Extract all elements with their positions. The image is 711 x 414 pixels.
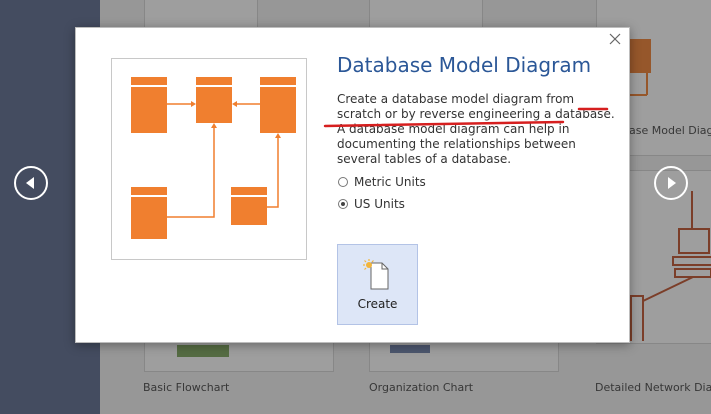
preview-table-4 xyxy=(131,187,167,195)
metric-units-option[interactable]: Metric Units xyxy=(338,174,426,190)
create-button-label: Create xyxy=(357,297,398,311)
preview-table-2 xyxy=(196,77,232,85)
us-units-label: US Units xyxy=(354,197,405,211)
annotation-underline xyxy=(323,107,609,128)
preview-table-3 xyxy=(260,77,296,85)
new-document-icon xyxy=(363,259,389,290)
us-units-radio[interactable] xyxy=(338,199,348,209)
preview-table-1 xyxy=(131,77,167,85)
database-diagram-preview xyxy=(131,77,296,239)
close-icon xyxy=(609,33,621,45)
chevron-right-icon xyxy=(668,177,676,189)
template-preview-dialog: Database Model Diagram Create a database… xyxy=(75,27,630,343)
previous-template-button[interactable] xyxy=(14,166,48,200)
template-preview-image xyxy=(111,58,307,260)
create-button[interactable]: Create xyxy=(337,244,418,325)
next-template-button[interactable] xyxy=(654,166,688,200)
chevron-left-icon xyxy=(26,177,34,189)
close-button[interactable] xyxy=(607,31,623,47)
preview-table-5 xyxy=(231,187,267,195)
metric-units-radio[interactable] xyxy=(338,177,348,187)
us-units-option[interactable]: US Units xyxy=(338,196,405,212)
dialog-title: Database Model Diagram xyxy=(337,53,592,77)
metric-units-label: Metric Units xyxy=(354,175,426,189)
